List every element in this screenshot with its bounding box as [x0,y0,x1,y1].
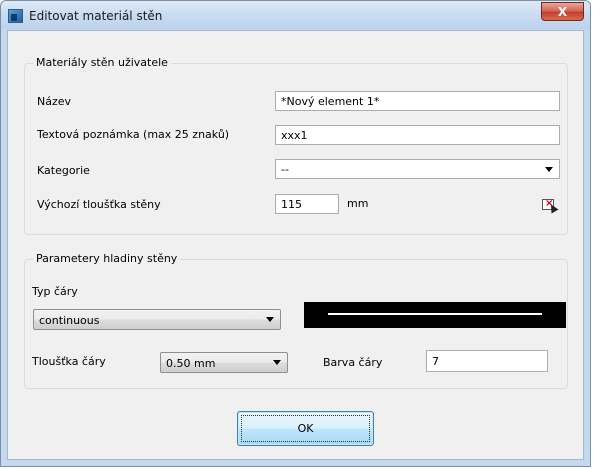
user-materials-legend: Materiály stěn uživatele [33,56,171,69]
cursor-icon [547,202,559,214]
layer-params-group: Parametery hladiny stěny Typ čáry contin… [24,252,568,389]
dialog-client: Materiály stěn uživatele Název *Nový ele… [7,30,584,460]
chevron-down-icon [273,360,281,365]
title-bar: Editovat materiál stěn X [1,1,590,29]
linetype-label: Typ čáry [32,285,78,298]
category-value: -- [281,163,289,176]
linetype-select[interactable]: continuous [33,309,281,330]
ok-label: OK [297,422,314,435]
chevron-down-icon [266,317,274,322]
linetype-preview-line [328,313,542,315]
note-input[interactable]: xxx1 [275,125,560,145]
window-title: Editovat materiál stěn [29,9,163,23]
chevron-down-icon [545,167,553,172]
linewidth-value: 0.50 mm [166,357,216,370]
dialog-window: Editovat materiál stěn X Materiály stěn … [0,0,591,467]
category-label: Kategorie [37,164,90,177]
note-label: Textová poznámka (max 25 znaků) [37,128,230,141]
linetype-value: continuous [39,314,100,327]
user-materials-group: Materiály stěn uživatele Název *Nový ele… [24,56,568,235]
linewidth-label: Tloušťka čáry [32,355,106,368]
layer-params-legend: Parametery hladiny stěny [33,252,181,265]
name-input[interactable]: *Nový element 1* [275,91,560,111]
ok-button[interactable]: OK [237,411,374,446]
app-icon [8,9,23,23]
linetype-preview [304,302,566,328]
linewidth-select[interactable]: 0.50 mm [160,352,288,373]
linecolor-label: Barva čáry [323,356,383,369]
category-select[interactable]: -- [275,159,560,179]
thickness-input[interactable]: 115 [275,194,339,214]
name-label: Název [37,95,72,108]
thickness-label: Výchozí tloušťka stěny [37,198,161,211]
linecolor-input[interactable]: 7 [426,350,548,372]
close-button[interactable]: X [541,2,584,21]
pick-from-drawing-icon[interactable]: × [542,198,559,214]
thickness-unit: mm [347,197,369,210]
